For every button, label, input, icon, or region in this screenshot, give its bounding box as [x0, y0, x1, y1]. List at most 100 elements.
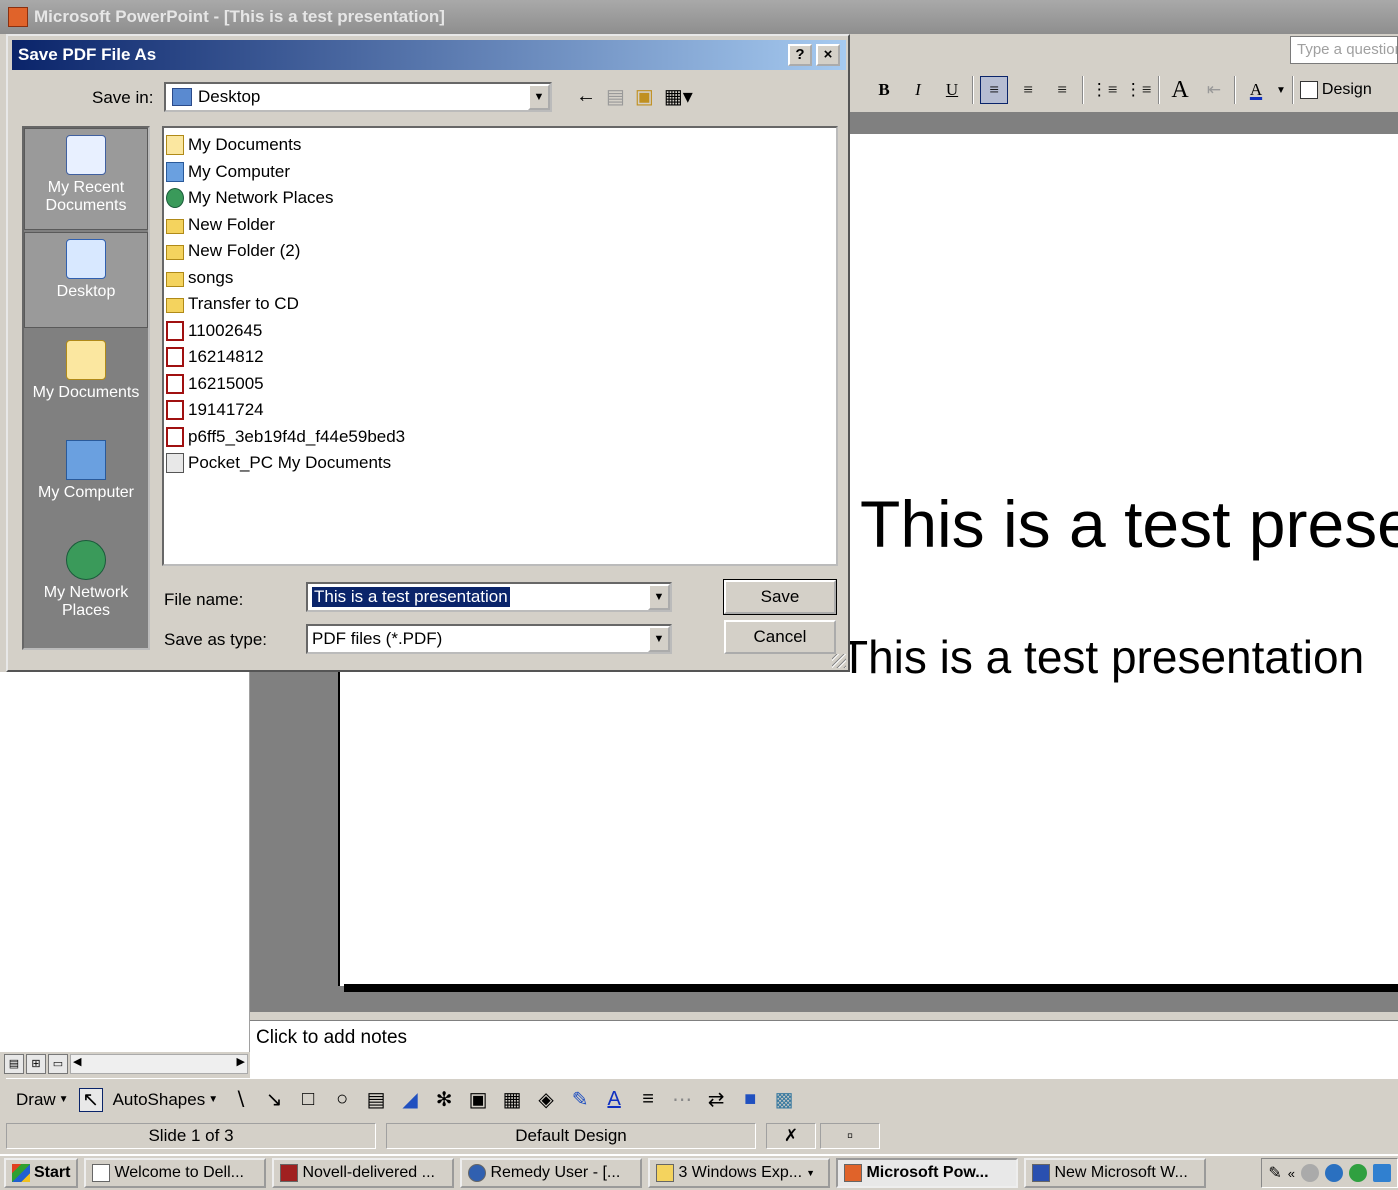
- resize-grip-icon[interactable]: [832, 654, 846, 668]
- network-tray-icon[interactable]: [1325, 1164, 1343, 1182]
- autoshapes-menu-button[interactable]: AutoShapes ▼: [113, 1090, 219, 1110]
- file-list[interactable]: My Documents My Computer My Network Plac…: [162, 126, 838, 566]
- scroll-right-icon[interactable]: ▶: [237, 1055, 245, 1068]
- place-desktop[interactable]: Desktop: [24, 232, 148, 328]
- views-menu-icon[interactable]: ▦▾: [664, 84, 693, 109]
- list-item[interactable]: New Folder (2): [166, 238, 834, 265]
- place-network-places[interactable]: My Network Places: [24, 534, 148, 636]
- place-recent-documents[interactable]: My Recent Documents: [24, 128, 148, 230]
- underline-button[interactable]: U: [938, 76, 966, 104]
- monitor-tray-icon[interactable]: [1373, 1164, 1391, 1182]
- slide-sorter-view-icon[interactable]: ⊞: [26, 1054, 46, 1074]
- dialog-title: Save PDF File As: [18, 45, 157, 64]
- 3d-style-icon[interactable]: ▩: [772, 1088, 796, 1112]
- list-item[interactable]: Transfer to CD: [166, 291, 834, 318]
- powerpoint-app-icon: [8, 7, 28, 27]
- align-left-icon[interactable]: ≡: [980, 76, 1008, 104]
- list-item[interactable]: My Documents: [166, 132, 834, 159]
- ask-question-input[interactable]: Type a question: [1290, 36, 1398, 64]
- spelling-status-icon[interactable]: ✗: [766, 1123, 816, 1149]
- list-item[interactable]: Pocket_PC My Documents: [166, 450, 834, 477]
- task-button[interactable]: Remedy User - [...: [460, 1158, 643, 1188]
- list-item[interactable]: My Network Places: [166, 185, 834, 212]
- italic-button[interactable]: I: [904, 76, 932, 104]
- task-button[interactable]: New Microsoft W...: [1024, 1158, 1207, 1188]
- design-button[interactable]: Design: [1299, 81, 1372, 99]
- start-button[interactable]: Start: [4, 1158, 79, 1188]
- clip-art-icon[interactable]: ▣: [466, 1088, 490, 1112]
- task-button[interactable]: Welcome to Dell...: [84, 1158, 267, 1188]
- new-folder-icon[interactable]: ▣: [635, 84, 654, 109]
- list-item[interactable]: My Computer: [166, 159, 834, 186]
- font-color-dropdown-icon[interactable]: ▼: [1276, 85, 1286, 96]
- align-right-icon[interactable]: ≡: [1048, 76, 1076, 104]
- horizontal-scrollbar[interactable]: ◀ ▶: [70, 1054, 248, 1074]
- rectangle-icon[interactable]: □: [296, 1088, 320, 1112]
- increase-font-size-button[interactable]: A: [1166, 76, 1194, 104]
- save-pdf-dialog: Save PDF File As ? × Save in: Desktop ▼ …: [6, 34, 850, 672]
- font-color-button[interactable]: A: [1242, 76, 1270, 104]
- place-my-computer[interactable]: My Computer: [24, 434, 148, 536]
- slide-title[interactable]: This is a test presentation: [860, 486, 1398, 562]
- draw-menu-button[interactable]: Draw ▼: [16, 1090, 69, 1110]
- font-color-icon[interactable]: A: [602, 1088, 626, 1112]
- desktop-icon: [66, 239, 106, 279]
- notes-pane[interactable]: Click to add notes: [250, 1020, 1398, 1078]
- chevron-down-icon[interactable]: ▼: [648, 584, 670, 610]
- select-pointer-icon[interactable]: ↖: [78, 1087, 103, 1112]
- fill-color-icon[interactable]: ◈: [534, 1088, 558, 1112]
- save-in-dropdown[interactable]: Desktop ▼: [164, 82, 552, 112]
- help-button[interactable]: ?: [788, 44, 812, 66]
- scroll-left-icon[interactable]: ◀: [73, 1055, 81, 1068]
- file-name-field[interactable]: This is a test presentation ▼: [306, 582, 672, 612]
- place-my-documents[interactable]: My Documents: [24, 334, 148, 436]
- list-item[interactable]: 11002645: [166, 318, 834, 345]
- chevron-down-icon[interactable]: ▼: [528, 84, 550, 110]
- cancel-button[interactable]: Cancel: [724, 620, 836, 654]
- bold-button[interactable]: B: [870, 76, 898, 104]
- list-item[interactable]: 19141724: [166, 397, 834, 424]
- arrow-style-icon[interactable]: ⇄: [704, 1088, 728, 1112]
- up-folder-icon[interactable]: ▤: [606, 84, 625, 109]
- bullets-icon[interactable]: ⋮≡: [1124, 76, 1152, 104]
- list-item[interactable]: 16214812: [166, 344, 834, 371]
- task-button[interactable]: 3 Windows Exp... ▼: [648, 1158, 831, 1188]
- file-name: New Folder: [188, 214, 275, 234]
- align-center-icon[interactable]: ≡: [1014, 76, 1042, 104]
- back-icon[interactable]: ←: [576, 85, 596, 108]
- novell-icon: [280, 1164, 299, 1182]
- task-button[interactable]: Novell-delivered ...: [272, 1158, 455, 1188]
- list-item[interactable]: New Folder: [166, 212, 834, 239]
- arrow-icon[interactable]: ↘: [262, 1088, 286, 1112]
- pen-icon[interactable]: ✎: [1268, 1163, 1281, 1183]
- diagram-icon[interactable]: ✻: [432, 1088, 456, 1112]
- text-box-icon[interactable]: ▤: [364, 1088, 388, 1112]
- task-label: Remedy User - [...: [490, 1164, 621, 1181]
- line-icon[interactable]: ∖: [228, 1088, 252, 1112]
- save-as-type-dropdown[interactable]: PDF files (*.PDF) ▼: [306, 624, 672, 654]
- normal-view-icon[interactable]: ▤: [4, 1054, 24, 1074]
- expand-tray-icon[interactable]: «: [1288, 1166, 1295, 1181]
- numbering-icon[interactable]: ⋮≡: [1090, 76, 1118, 104]
- outline-pane[interactable]: [0, 672, 250, 1052]
- decrease-indent-icon[interactable]: ⇤: [1200, 76, 1228, 104]
- insert-picture-icon[interactable]: ▦: [500, 1088, 524, 1112]
- shadow-style-icon[interactable]: ■: [738, 1088, 762, 1112]
- list-item[interactable]: songs: [166, 265, 834, 292]
- slide-subtitle[interactable]: This is a test presentation: [840, 630, 1364, 684]
- slide-show-view-icon[interactable]: ▭: [48, 1054, 68, 1074]
- list-item[interactable]: 16215005: [166, 371, 834, 398]
- dash-style-icon[interactable]: ⋯: [670, 1088, 694, 1112]
- line-style-icon[interactable]: ≡: [636, 1088, 660, 1112]
- printer-tray-icon[interactable]: [1301, 1164, 1319, 1182]
- close-button[interactable]: ×: [816, 44, 840, 66]
- oval-icon[interactable]: ○: [330, 1088, 354, 1112]
- save-button[interactable]: Save: [723, 579, 837, 615]
- drawing-toolbar: Draw ▼ ↖ AutoShapes ▼ ∖ ↘ □ ○ ▤ ◢ ✻ ▣ ▦ ◈ …: [6, 1078, 1398, 1120]
- chevron-down-icon[interactable]: ▼: [648, 626, 670, 652]
- wordart-icon[interactable]: ◢: [398, 1088, 422, 1112]
- list-item[interactable]: p6ff5_3eb19f4d_f44e59bed3: [166, 424, 834, 451]
- line-color-icon[interactable]: ✎: [568, 1088, 592, 1112]
- users-tray-icon[interactable]: [1349, 1164, 1367, 1182]
- task-button-active[interactable]: Microsoft Pow...: [836, 1158, 1019, 1188]
